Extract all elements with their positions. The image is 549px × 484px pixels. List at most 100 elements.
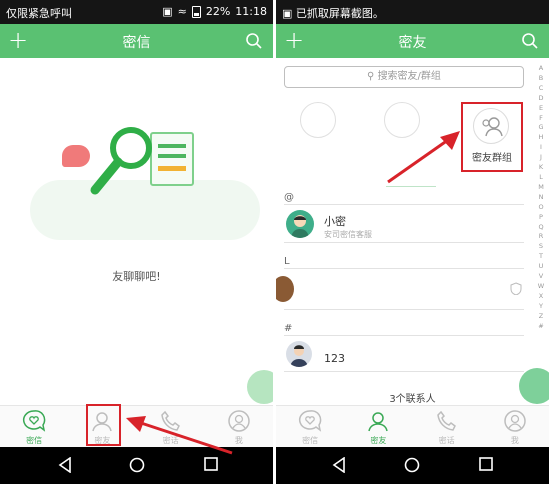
phone-icon [160,410,180,431]
tab-bar: 密信 密友 密话 我 [0,405,273,447]
tab-calls[interactable]: 密话 [137,406,205,447]
alphabet-letter[interactable]: J [537,153,545,163]
friend-groups-button[interactable]: 密友群组 [461,102,523,172]
left-screen: 仅限紧急呼叫 ▣ ≈ 22% 11:18 + 密信 友聊聊吧! 密信 密友 密话… [0,0,273,484]
contacts-icon [368,412,389,432]
back-icon[interactable] [58,457,72,473]
tab-me[interactable]: 我 [205,406,273,447]
tab-label: 密信 [26,436,43,445]
alphabet-letter[interactable]: V [537,272,545,282]
friend-groups-label: 密友群组 [472,153,512,164]
tab-label: 密信 [302,436,319,445]
quick-action-circle[interactable] [300,102,336,138]
empty-hint: 友聊聊吧! [112,270,161,283]
vibrate-icon: ▣ [162,5,173,18]
magnifier-icon [90,127,152,195]
home-icon[interactable] [404,457,420,473]
tab-calls[interactable]: 密话 [413,406,481,447]
tab-label: 我 [234,436,243,445]
alphabet-letter[interactable]: T [537,252,545,262]
section-divider [284,204,524,205]
tab-label: 密话 [438,436,455,445]
alphabet-letter[interactable]: E [537,104,545,114]
system-nav-bar [0,447,273,484]
alphabet-letter[interactable]: G [537,123,545,133]
tab-label: 密话 [162,436,179,445]
status-icons: ▣ ≈ 22% 11:18 [162,5,267,18]
page-title: 密信 [122,35,151,51]
alphabet-letter[interactable]: P [537,213,545,223]
message-heart-icon [23,410,46,432]
screenshot-notice: ▣ 已抓取屏幕截图。 [282,5,384,21]
tab-messages[interactable]: 密信 [0,406,68,447]
clock: 11:18 [235,5,267,18]
alphabet-letter[interactable]: H [537,133,545,143]
search-input[interactable]: ⚲ 搜索密友/群组 [284,66,524,88]
quick-action-circle[interactable] [384,102,420,138]
system-nav-bar [276,447,549,484]
avatar [286,341,312,367]
alphabet-letter[interactable]: R [537,232,545,242]
contact-name: 小密 [324,215,346,228]
alphabet-letter[interactable]: I [537,143,545,153]
status-bar: ▣ 已抓取屏幕截图。 [276,0,549,24]
alphabet-letter[interactable]: S [537,242,545,252]
profile-icon [228,410,250,432]
home-icon[interactable] [129,457,145,473]
group-icon [482,117,503,137]
row-divider [284,371,524,372]
contact-subtitle: 安司密信客服 [324,230,372,239]
alphabet-letter[interactable]: K [537,163,545,173]
tab-bar: 密信 密友 密话 我 [276,405,549,447]
section-header: # [284,323,293,334]
app-bar: + 密友 [276,24,549,58]
alphabet-letter[interactable]: A [537,64,545,74]
group-avatar [473,108,509,144]
recents-icon[interactable] [204,457,218,471]
highlight-box [86,404,121,446]
tab-me[interactable]: 我 [481,406,549,447]
battery-icon [191,5,201,18]
recents-icon[interactable] [479,457,493,471]
alphabet-letter[interactable]: D [537,94,545,104]
section-header: @ [284,192,294,203]
wifi-icon: ≈ [177,5,187,18]
back-icon[interactable] [332,457,346,473]
notice-text: 已抓取屏幕截图。 [295,7,384,20]
alphabet-letter[interactable]: C [537,84,545,94]
alphabet-letter[interactable]: Y [537,302,545,312]
search-icon[interactable] [245,32,263,50]
tab-messages[interactable]: 密信 [276,406,344,447]
quick-divider [386,186,436,187]
tab-label: 我 [510,436,519,445]
section-divider [284,268,524,269]
contact-name: 123 [324,352,345,365]
phone-icon [436,410,456,431]
alphabet-letter[interactable]: O [537,203,545,213]
alphabet-letter[interactable]: Q [537,223,545,233]
tab-friends[interactable]: 密友 [344,406,412,447]
alphabet-letter[interactable]: X [537,292,545,302]
alphabet-letter[interactable]: L [537,173,545,183]
alphabet-letter[interactable]: M [537,183,545,193]
section-divider [284,335,524,336]
alphabet-letter[interactable]: W [537,282,545,292]
status-bar: 仅限紧急呼叫 ▣ ≈ 22% 11:18 [0,0,273,24]
compose-fab[interactable] [247,370,273,404]
avatar [276,276,294,302]
alphabet-letter[interactable]: N [537,193,545,203]
avatar [286,210,314,238]
alphabet-letter[interactable]: F [537,114,545,124]
alphabet-letter[interactable]: B [537,74,545,84]
alphabet-index[interactable]: A B C D E F G H I J K L M N O P Q R S T U V W X Y Z # [537,64,545,331]
empty-illustration [0,120,273,250]
app-bar: + 密信 [0,24,273,58]
add-friend-fab[interactable] [519,368,549,404]
alphabet-letter[interactable]: U [537,262,545,272]
tab-label: 密友 [370,436,387,445]
alphabet-letter[interactable]: # [537,322,545,332]
image-icon: ▣ [282,7,293,20]
battery-percent: 22% [205,5,231,18]
alphabet-letter[interactable]: Z [537,312,545,322]
search-icon[interactable] [521,32,539,50]
